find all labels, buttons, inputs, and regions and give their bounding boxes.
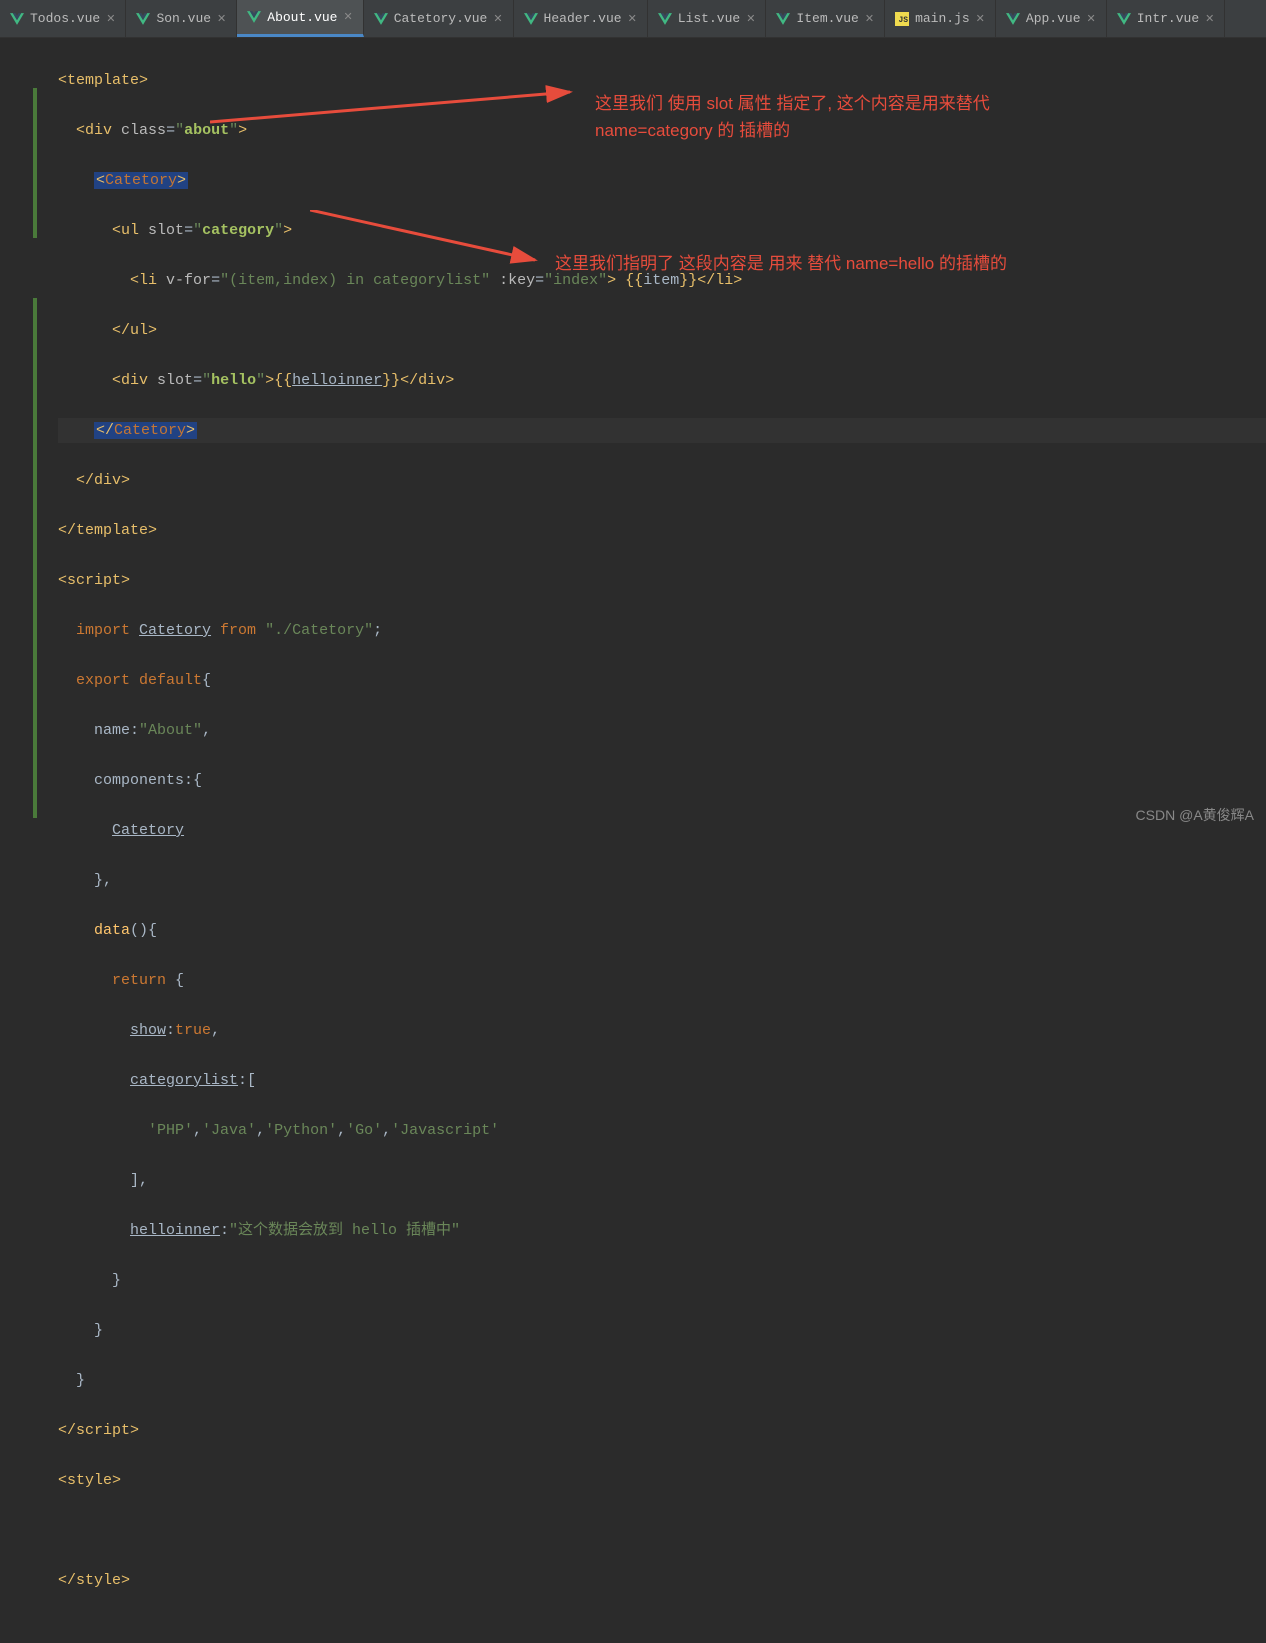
vue-icon bbox=[1117, 13, 1131, 25]
annotation-arrow-bottom bbox=[310, 210, 550, 270]
vue-icon bbox=[136, 13, 150, 25]
tab-label: Catetory.vue bbox=[394, 11, 488, 26]
tab-list[interactable]: List.vue ✕ bbox=[648, 0, 767, 37]
tab-son[interactable]: Son.vue ✕ bbox=[126, 0, 237, 37]
close-icon[interactable]: ✕ bbox=[746, 12, 755, 26]
annotation-text-top: 这里我们 使用 slot 属性 指定了, 这个内容是用来替代 name=cate… bbox=[595, 90, 1095, 144]
close-icon[interactable]: ✕ bbox=[217, 12, 226, 26]
vue-icon bbox=[247, 11, 261, 23]
vue-icon bbox=[1006, 13, 1020, 25]
tab-label: Intr.vue bbox=[1137, 11, 1199, 26]
vcs-change-marker bbox=[33, 88, 37, 238]
tab-mainjs[interactable]: JS main.js ✕ bbox=[885, 0, 996, 37]
tab-label: Todos.vue bbox=[30, 11, 100, 26]
close-icon[interactable]: ✕ bbox=[1087, 12, 1096, 26]
close-icon[interactable]: ✕ bbox=[628, 12, 637, 26]
vue-icon bbox=[658, 13, 672, 25]
close-icon[interactable]: ✕ bbox=[493, 12, 502, 26]
tab-label: About.vue bbox=[267, 10, 337, 25]
tab-about[interactable]: About.vue ✕ bbox=[237, 0, 363, 37]
tab-label: Son.vue bbox=[156, 11, 211, 26]
annotation-arrow-top bbox=[210, 80, 580, 130]
watermark: CSDN @A黄俊辉A bbox=[1136, 805, 1254, 825]
editor-tabs: Todos.vue ✕ Son.vue ✕ About.vue ✕ Cateto… bbox=[0, 0, 1266, 38]
close-icon[interactable]: ✕ bbox=[106, 12, 115, 26]
vue-icon bbox=[10, 13, 24, 25]
vcs-change-marker bbox=[33, 298, 37, 818]
close-icon[interactable]: ✕ bbox=[343, 10, 352, 24]
vue-icon bbox=[374, 13, 388, 25]
close-icon[interactable]: ✕ bbox=[1205, 12, 1214, 26]
vue-icon bbox=[776, 13, 790, 25]
code-content[interactable]: <template> <div class="about"> <Catetory… bbox=[58, 43, 1266, 1643]
close-icon[interactable]: ✕ bbox=[865, 12, 874, 26]
tab-todos[interactable]: Todos.vue ✕ bbox=[0, 0, 126, 37]
tab-label: Header.vue bbox=[544, 11, 622, 26]
tab-label: main.js bbox=[915, 11, 970, 26]
tab-item[interactable]: Item.vue ✕ bbox=[766, 0, 885, 37]
tab-label: Item.vue bbox=[796, 11, 858, 26]
tab-label: App.vue bbox=[1026, 11, 1081, 26]
tab-app[interactable]: App.vue ✕ bbox=[996, 0, 1107, 37]
tab-header[interactable]: Header.vue ✕ bbox=[514, 0, 648, 37]
tab-label: List.vue bbox=[678, 11, 740, 26]
tab-intr[interactable]: Intr.vue ✕ bbox=[1107, 0, 1226, 37]
annotation-text-bottom: 这里我们指明了 这段内容是 用来 替代 name=hello 的插槽的 bbox=[555, 250, 1155, 277]
vue-icon bbox=[524, 13, 538, 25]
js-icon: JS bbox=[895, 12, 909, 26]
tab-catetory[interactable]: Catetory.vue ✕ bbox=[364, 0, 514, 37]
close-icon[interactable]: ✕ bbox=[976, 12, 985, 26]
code-editor[interactable]: <template> <div class="about"> <Catetory… bbox=[0, 38, 1266, 1643]
